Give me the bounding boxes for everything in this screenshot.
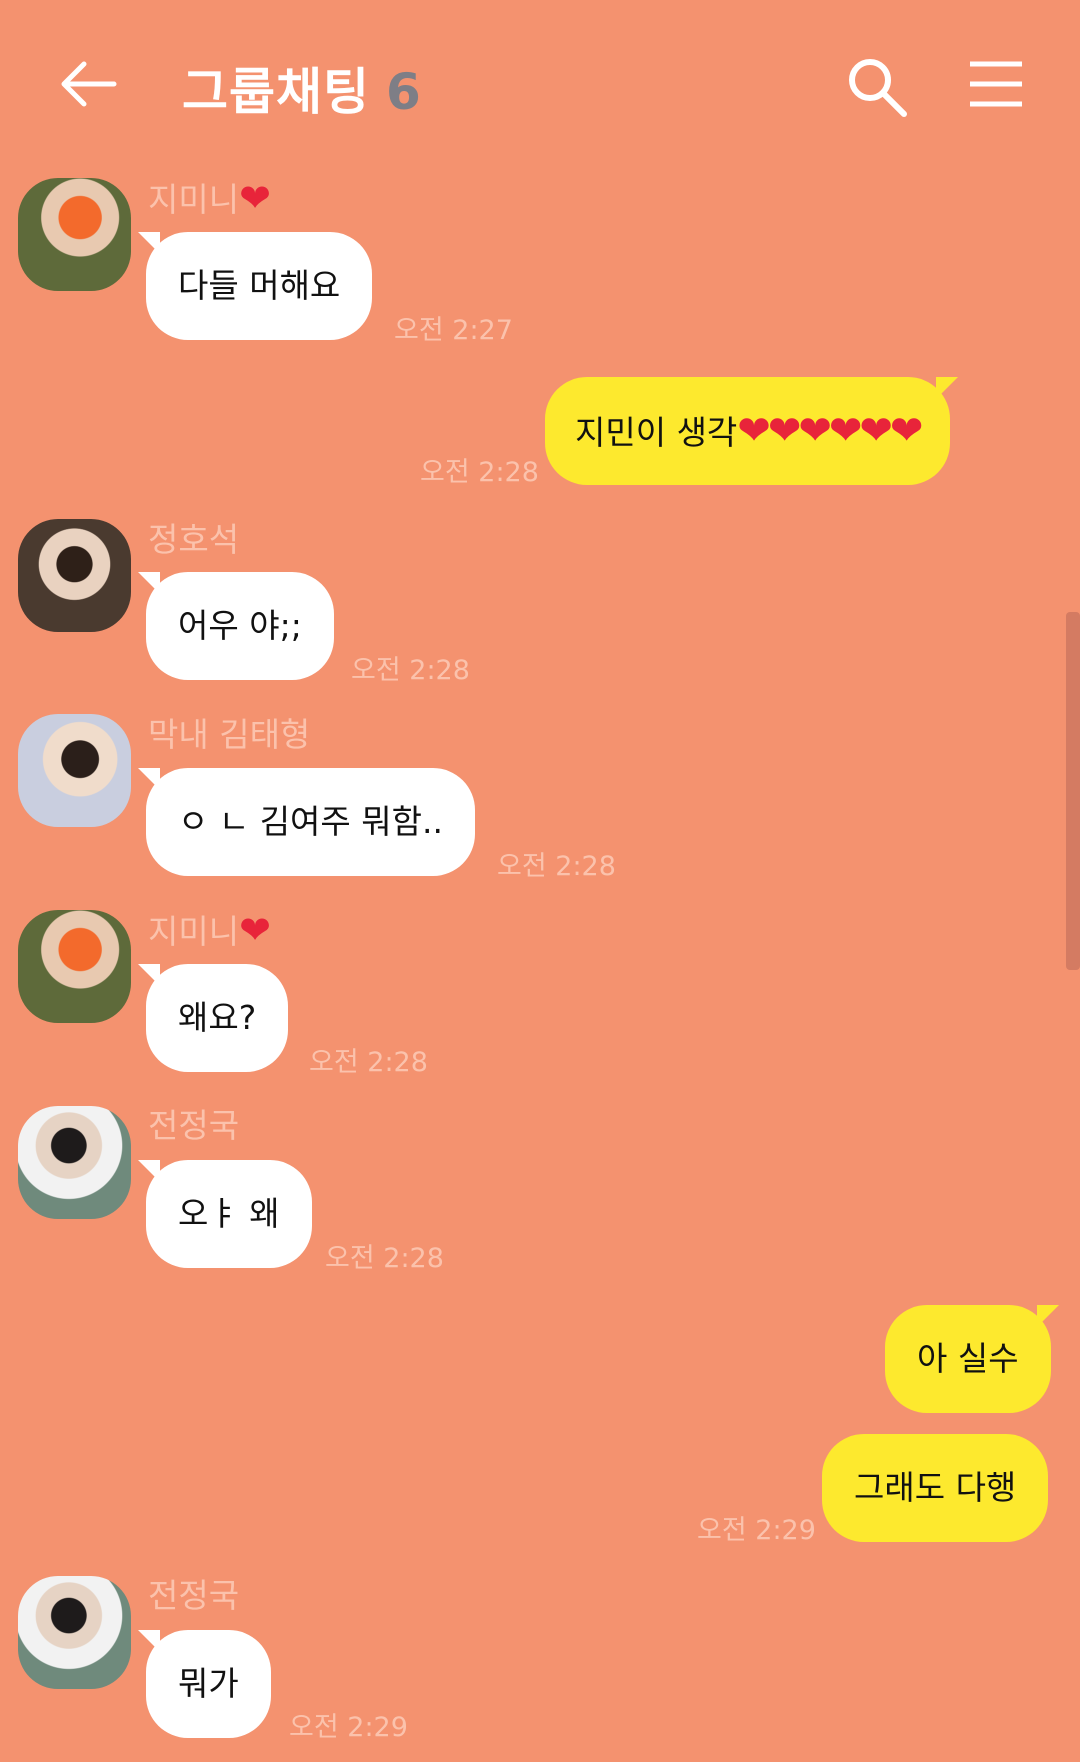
sender-name: 정호석	[148, 520, 240, 559]
avatar[interactable]	[18, 1576, 131, 1689]
message-bubble[interactable]: ㅇ ㄴ 김여주 뭐함..	[138, 768, 475, 876]
message-time: 오전 2:29	[697, 1515, 816, 1546]
heart-icon: ❤	[239, 176, 271, 220]
my-message-bubble[interactable]: 지민이 생각❤❤❤❤❤❤	[545, 377, 959, 485]
message-time: 오전 2:28	[325, 1243, 444, 1274]
scrollbar[interactable]	[1066, 612, 1080, 970]
heart-icon: ❤	[239, 908, 271, 952]
message-time: 오전 2:28	[420, 457, 539, 488]
sender-name: 전정국	[148, 1106, 240, 1145]
hamburger-menu-icon[interactable]	[968, 60, 1024, 108]
sender-name: 전정국	[148, 1576, 240, 1615]
avatar[interactable]	[18, 1106, 131, 1219]
search-icon[interactable]	[846, 56, 908, 118]
message-time: 오전 2:29	[289, 1712, 408, 1743]
message-time: 오전 2:28	[497, 851, 616, 882]
sender-name-text: 지미니	[148, 180, 240, 219]
avatar[interactable]	[18, 519, 131, 632]
message-text: 지민이 생각	[575, 413, 738, 452]
message-bubble[interactable]: 어우 야;;	[138, 572, 334, 680]
message-bubble[interactable]: 왜요?	[137, 964, 289, 1072]
message-bubble[interactable]: 뭐가	[138, 1630, 271, 1738]
message-bubble[interactable]: 오ㅑ 왜	[138, 1160, 312, 1268]
message-bubble[interactable]: 다들 머해요	[137, 232, 373, 340]
member-count: 6	[386, 63, 422, 121]
avatar[interactable]	[18, 714, 131, 827]
sender-name: 막내 김태형	[148, 715, 311, 754]
my-message-bubble[interactable]: 그래도 다행	[822, 1434, 1049, 1542]
chat-title: 그룹채팅 6	[182, 52, 422, 124]
sender-name-text: 지미니	[148, 912, 240, 951]
message-time: 오전 2:27	[394, 315, 513, 346]
message-time: 오전 2:28	[351, 655, 470, 686]
sender-name: 지미니❤	[148, 178, 271, 220]
avatar[interactable]	[18, 178, 131, 291]
back-arrow-icon[interactable]	[58, 58, 118, 110]
chat-header: 그룹채팅 6	[0, 0, 1080, 170]
avatar[interactable]	[18, 910, 131, 1023]
sender-name: 지미니❤	[148, 910, 271, 952]
message-time: 오전 2:28	[309, 1047, 428, 1078]
chat-title-text: 그룹채팅	[182, 63, 370, 121]
hearts-emoji: ❤❤❤❤❤❤	[737, 408, 923, 454]
my-message-bubble[interactable]: 아 실수	[885, 1305, 1059, 1413]
